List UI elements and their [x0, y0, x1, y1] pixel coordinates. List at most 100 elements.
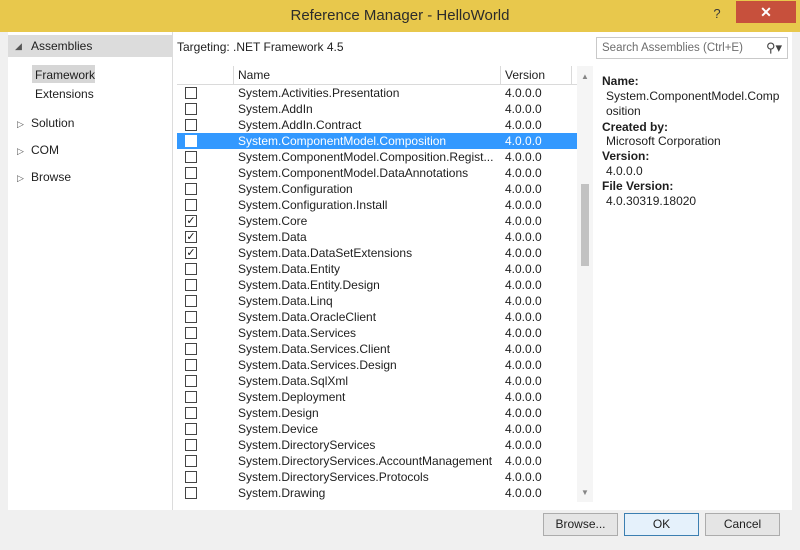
row-version: 4.0.0.0 — [505, 374, 542, 388]
row-checkbox[interactable] — [185, 119, 197, 131]
close-button[interactable]: ✕ — [736, 1, 796, 23]
nav-solution[interactable]: Solution — [31, 116, 74, 130]
table-row[interactable]: System.ComponentModel.Composition.Regist… — [177, 149, 577, 165]
table-row[interactable]: System.AddIn 4.0.0.0 — [177, 101, 577, 117]
row-name: System.Data.Services.Client — [238, 342, 391, 356]
row-checkbox[interactable] — [185, 487, 197, 499]
scroll-down-icon[interactable]: ▼ — [577, 485, 593, 501]
table-row[interactable]: System.DirectoryServices 4.0.0.0 — [177, 437, 577, 453]
table-row[interactable]: System.Configuration.Install 4.0.0.0 — [177, 197, 577, 213]
table-row[interactable]: System.Data.Services 4.0.0.0 — [177, 325, 577, 341]
scroll-up-icon[interactable]: ▲ — [577, 69, 593, 85]
row-name: System.Device — [238, 422, 319, 436]
collapse-arrow-icon[interactable]: ◢ — [15, 41, 22, 52]
browse-button[interactable]: Browse... — [543, 513, 618, 536]
table-row[interactable]: System.Deployment 4.0.0.0 — [177, 389, 577, 405]
row-checkbox[interactable]: ✓ — [185, 247, 197, 259]
details-version-value: 4.0.0.0 — [606, 164, 643, 178]
row-checkbox[interactable] — [185, 183, 197, 195]
table-row[interactable]: System.ComponentModel.DataAnnotations 4.0… — [177, 165, 577, 181]
table-row[interactable]: ✓ System.Data.DataSetExtensions 4.0.0.0 — [177, 245, 577, 261]
row-checkbox[interactable] — [185, 167, 197, 179]
header-name[interactable]: Name — [234, 66, 501, 85]
row-checkbox[interactable] — [185, 423, 197, 435]
table-row[interactable]: ✓ System.Core 4.0.0.0 — [177, 213, 577, 229]
details-name-value-cont: osition — [606, 104, 641, 118]
nav-extensions[interactable]: Extensions — [35, 87, 94, 101]
header-version[interactable]: Version — [501, 66, 572, 85]
row-checkbox[interactable] — [185, 391, 197, 403]
table-row[interactable]: System.Data.Entity 4.0.0.0 — [177, 261, 577, 277]
row-checkbox[interactable] — [185, 407, 197, 419]
table-row[interactable]: System.AddIn.Contract 4.0.0.0 — [177, 117, 577, 133]
row-checkbox[interactable] — [185, 471, 197, 483]
expand-arrow-icon[interactable]: ▷ — [17, 146, 24, 157]
row-checkbox[interactable] — [185, 279, 197, 291]
row-version: 4.0.0.0 — [505, 310, 542, 324]
expand-arrow-icon[interactable]: ▷ — [17, 119, 24, 130]
row-version: 4.0.0.0 — [505, 86, 542, 100]
row-version: 4.0.0.0 — [505, 134, 542, 148]
row-name: System.Core — [238, 214, 308, 228]
ok-button[interactable]: OK — [624, 513, 699, 536]
row-checkbox[interactable] — [185, 343, 197, 355]
row-checkbox[interactable] — [185, 103, 197, 115]
row-version: 4.0.0.0 — [505, 438, 542, 452]
details-name-value: System.ComponentModel.Comp — [606, 89, 780, 103]
expand-arrow-icon[interactable]: ▷ — [17, 173, 24, 184]
table-row[interactable]: System.Design 4.0.0.0 — [177, 405, 577, 421]
table-row[interactable]: System.Drawing 4.0.0.0 — [177, 485, 577, 501]
table-row[interactable]: System.Device 4.0.0.0 — [177, 421, 577, 437]
table-row[interactable]: System.ComponentModel.Composition 4.0.0.0 — [177, 133, 577, 149]
scroll-thumb[interactable] — [581, 184, 589, 266]
nav-framework[interactable]: Framework — [35, 68, 95, 82]
row-checkbox[interactable]: ✓ — [185, 215, 197, 227]
row-checkbox[interactable] — [185, 199, 197, 211]
search-input[interactable]: Search Assemblies (Ctrl+E) — [602, 42, 743, 54]
table-row[interactable]: ✓ System.Data 4.0.0.0 — [177, 229, 577, 245]
row-checkbox[interactable] — [185, 311, 197, 323]
table-row[interactable]: System.DirectoryServices.Protocols 4.0.0.… — [177, 469, 577, 485]
row-checkbox[interactable]: ✓ — [185, 231, 197, 243]
table-row[interactable]: System.Data.Entity.Design 4.0.0.0 — [177, 277, 577, 293]
cancel-button[interactable]: Cancel — [705, 513, 780, 536]
table-row[interactable]: System.Data.OracleClient 4.0.0.0 — [177, 309, 577, 325]
row-checkbox[interactable] — [185, 455, 197, 467]
row-checkbox[interactable] — [185, 359, 197, 371]
table-row[interactable]: System.Configuration 4.0.0.0 — [177, 181, 577, 197]
row-name: System.Data.DataSetExtensions — [238, 246, 413, 260]
search-icon[interactable]: ⚲▾ — [762, 39, 786, 57]
help-button[interactable]: ? — [705, 4, 729, 24]
row-name: System.AddIn.Contract — [238, 118, 362, 132]
row-name: System.Data.Entity.Design — [238, 278, 380, 292]
table-row[interactable]: System.DirectoryServices.AccountManageme… — [177, 453, 577, 469]
table-row[interactable]: System.Data.Linq 4.0.0.0 — [177, 293, 577, 309]
row-name: System.ComponentModel.Composition.Regist… — [238, 150, 494, 164]
row-name: System.Activities.Presentation — [238, 86, 400, 100]
row-checkbox[interactable] — [185, 375, 197, 387]
row-version: 4.0.0.0 — [505, 326, 542, 340]
table-row[interactable]: System.Activities.Presentation 4.0.0.0 — [177, 85, 577, 101]
row-name: System.Data.Services — [238, 326, 357, 340]
table-row[interactable]: System.Data.SqlXml 4.0.0.0 — [177, 373, 577, 389]
row-name: System.Data.Services.Design — [238, 358, 397, 372]
nav-browse[interactable]: Browse — [31, 170, 71, 184]
row-name: System.Design — [238, 406, 319, 420]
row-checkbox[interactable] — [185, 135, 197, 147]
row-checkbox[interactable] — [185, 327, 197, 339]
table-row[interactable]: System.Data.Services.Design 4.0.0.0 — [177, 357, 577, 373]
row-version: 4.0.0.0 — [505, 406, 542, 420]
row-checkbox[interactable] — [185, 151, 197, 163]
row-checkbox[interactable] — [185, 439, 197, 451]
row-name: System.Data.Linq — [238, 294, 333, 308]
nav-assemblies[interactable]: Assemblies — [31, 39, 92, 53]
row-checkbox[interactable] — [185, 295, 197, 307]
row-checkbox[interactable] — [185, 87, 197, 99]
details-created-value: Microsoft Corporation — [606, 134, 721, 148]
table-row[interactable]: System.Data.Services.Client 4.0.0.0 — [177, 341, 577, 357]
search-box[interactable]: Search Assemblies (Ctrl+E) ⚲▾ — [596, 37, 788, 59]
row-name: System.Deployment — [238, 390, 346, 404]
nav-com[interactable]: COM — [31, 143, 59, 157]
vertical-scrollbar[interactable]: ▲ ▼ — [577, 66, 593, 502]
row-checkbox[interactable] — [185, 263, 197, 275]
